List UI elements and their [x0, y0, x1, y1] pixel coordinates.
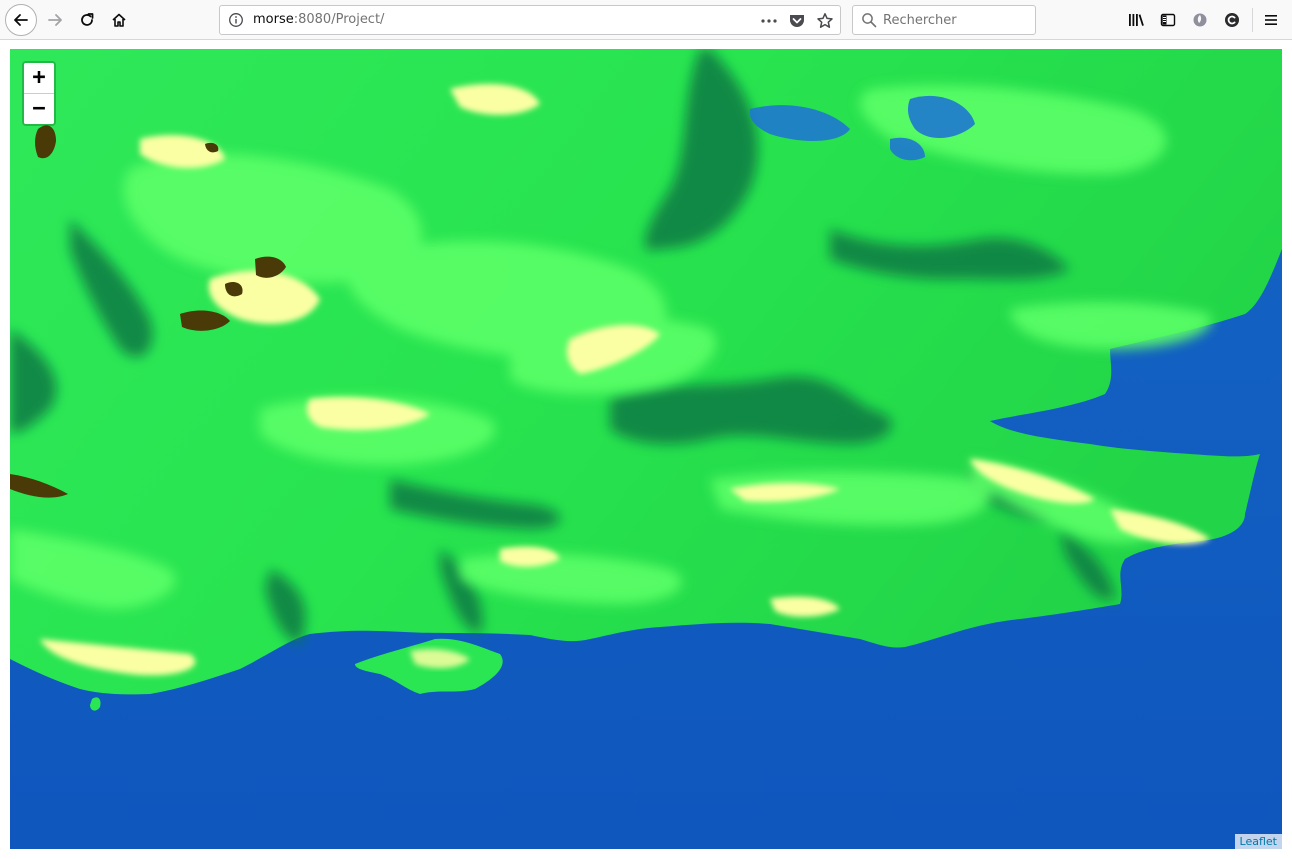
ellipsis-icon[interactable] [760, 13, 778, 29]
zoom-in-button[interactable]: + [24, 63, 54, 94]
back-arrow-icon [14, 14, 28, 26]
sidebar-icon [1160, 13, 1176, 27]
browser-toolbar: morse:8080/Project/ [0, 0, 1292, 40]
toolbar-divider [1252, 8, 1253, 32]
zoom-control: + − [22, 61, 56, 126]
forward-button[interactable] [39, 4, 71, 36]
url-bar[interactable]: morse:8080/Project/ [219, 5, 841, 35]
c-extension-icon [1225, 13, 1239, 27]
forward-arrow-icon [48, 14, 62, 26]
info-icon[interactable] [228, 12, 244, 28]
url-host: morse [253, 12, 294, 27]
sidebar-button[interactable] [1152, 4, 1184, 36]
circle-extension-icon [1193, 13, 1207, 27]
home-button[interactable] [103, 4, 135, 36]
library-button[interactable] [1120, 4, 1152, 36]
back-button[interactable] [5, 4, 37, 36]
extension-button-2[interactable] [1216, 4, 1248, 36]
menu-button[interactable] [1255, 4, 1287, 36]
reload-icon [81, 13, 94, 26]
library-icon [1129, 14, 1144, 26]
url-text[interactable]: morse:8080/Project/ [253, 12, 384, 27]
extension-button-1[interactable] [1184, 4, 1216, 36]
home-icon [112, 13, 126, 27]
terrain-layer[interactable] [10, 49, 1282, 849]
zoom-out-button[interactable]: − [24, 94, 54, 124]
pocket-icon[interactable] [788, 12, 806, 30]
search-icon [862, 13, 877, 28]
star-icon[interactable] [816, 12, 834, 30]
page-content: + − Leaflet [0, 40, 1292, 859]
leaflet-link[interactable]: Leaflet [1240, 835, 1277, 848]
search-input[interactable] [883, 10, 1029, 30]
reload-button[interactable] [71, 4, 103, 36]
elevation-map[interactable]: + − Leaflet [10, 49, 1282, 849]
map-attribution: Leaflet [1234, 834, 1282, 849]
search-bar[interactable] [852, 5, 1036, 35]
hamburger-menu-icon [1265, 15, 1277, 25]
url-path: :8080/Project/ [293, 12, 385, 27]
